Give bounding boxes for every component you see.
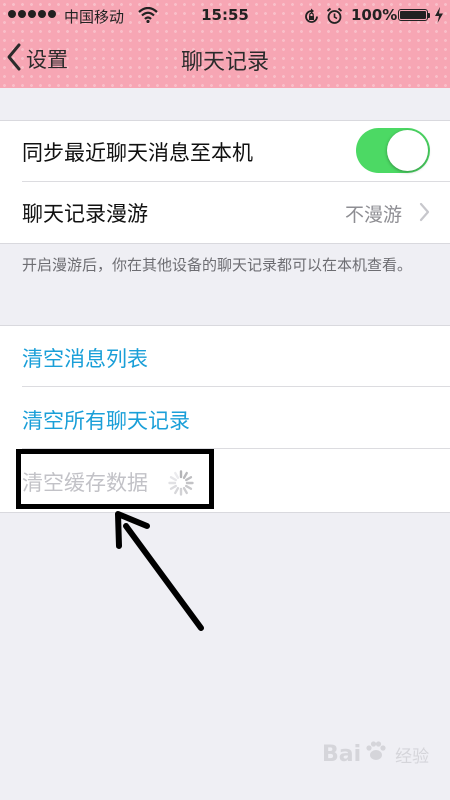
- paw-icon: [363, 738, 389, 770]
- spinner-tick: [169, 484, 178, 490]
- chat-roaming-label: 聊天记录漫游: [22, 202, 148, 226]
- header: 中国移动 15:55 100% 设置 聊天记录: [0, 0, 450, 88]
- alarm-icon: [326, 7, 343, 29]
- watermark-brand-left: Bai: [322, 741, 362, 767]
- spinner-tick: [182, 471, 188, 480]
- watermark: Bai 经验: [322, 738, 429, 770]
- charging-bolt-icon: [434, 7, 444, 27]
- clear-cache-button[interactable]: 清空缓存数据: [0, 450, 450, 511]
- status-bar: 中国移动 15:55 100%: [0, 0, 450, 30]
- clear-message-list-label: 清空消息列表: [22, 347, 148, 371]
- spinner-tick: [182, 486, 188, 495]
- sync-recent-messages-label: 同步最近聊天消息至本机: [22, 141, 253, 165]
- clear-all-history-label: 清空所有聊天记录: [22, 409, 190, 433]
- chat-roaming-row[interactable]: 聊天记录漫游 不漫游: [0, 182, 450, 243]
- spinner-tick: [169, 476, 178, 482]
- loading-spinner-icon: [168, 470, 194, 500]
- chat-roaming-value: 不漫游: [344, 204, 402, 226]
- clear-message-list-button[interactable]: 清空消息列表: [0, 326, 450, 387]
- battery-tip: [428, 13, 430, 18]
- clear-actions-group: 清空消息列表 清空所有聊天记录 清空缓存数据: [0, 325, 450, 513]
- row-separator: [22, 448, 450, 449]
- battery-icon: [398, 9, 428, 21]
- toggle-knob: [387, 130, 428, 171]
- chevron-right-icon: [419, 202, 430, 226]
- sync-recent-messages-row: 同步最近聊天消息至本机: [0, 121, 450, 182]
- sync-settings-group: 同步最近聊天消息至本机 聊天记录漫游 不漫游: [0, 120, 450, 244]
- rotation-lock-icon: [303, 8, 320, 29]
- spinner-tick: [174, 486, 180, 495]
- roaming-footnote: 开启漫游后，你在其他设备的聊天记录都可以在本机查看。: [22, 256, 413, 274]
- page-title: 聊天记录: [180, 50, 269, 75]
- chat-history-settings-screen: 中国移动 15:55 100% 设置 聊天记录 同步最近聊天消息至本机 聊天记录…: [0, 0, 450, 800]
- spinner-tick: [174, 471, 180, 480]
- spinner-tick: [184, 476, 193, 482]
- clear-all-history-button[interactable]: 清空所有聊天记录: [0, 388, 450, 449]
- sync-recent-messages-toggle[interactable]: [356, 128, 430, 173]
- clear-cache-label: 清空缓存数据: [22, 471, 148, 495]
- spinner-tick: [184, 484, 193, 490]
- navigation-bar: 设置 聊天记录: [0, 30, 450, 88]
- watermark-sub: 经验: [395, 746, 430, 767]
- battery-percent: 100%: [351, 6, 398, 24]
- row-separator: [22, 386, 450, 387]
